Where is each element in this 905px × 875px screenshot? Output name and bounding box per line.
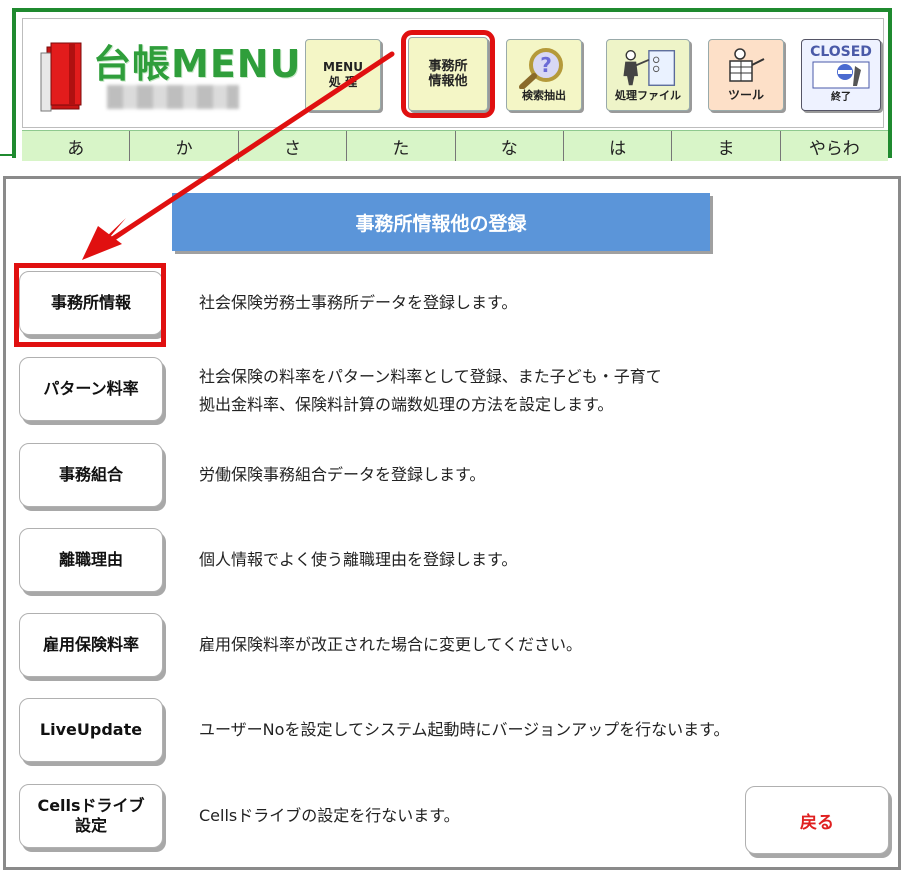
labor-union-label: 事務組合 xyxy=(58,465,123,484)
employment-insurance-rate-desc-line: 雇用保険料率が改正された場合に変更してください。 xyxy=(199,635,583,654)
cells-drive-settings-button[interactable]: Cellsドライブ 設定 xyxy=(19,784,163,848)
office-info-item-button[interactable]: 事務所情報 xyxy=(19,271,163,335)
separation-reason-desc-line: 個人情報でよく使う離職理由を登録します。 xyxy=(199,550,518,569)
header-toolbar: 台帳MENU MENU 処 理 事務所 情報他 ? 検索抽出 処理ファイル ツー… xyxy=(22,18,884,128)
pattern-rate-label: パターン料率 xyxy=(43,379,139,398)
kana-tab-yarawa[interactable]: やらわ xyxy=(781,131,888,161)
separation-reason-description: 個人情報でよく使う離職理由を登録します。 xyxy=(199,546,517,574)
pattern-rate-button[interactable]: パターン料率 xyxy=(19,357,163,421)
office-info-description: 社会保険労務士事務所データを登録します。 xyxy=(199,289,517,317)
closed-exit-icon xyxy=(812,61,870,89)
search-extract-label: 検索抽出 xyxy=(522,88,566,102)
svg-text:?: ? xyxy=(540,53,552,77)
liveupdate-button[interactable]: LiveUpdate xyxy=(19,698,163,762)
app-logo-title: 台帳MENU xyxy=(93,42,302,86)
divider xyxy=(0,154,12,156)
exit-label: 終了 xyxy=(831,92,851,103)
office-info-item-label: 事務所情報 xyxy=(50,293,131,312)
kana-tab-ka[interactable]: か xyxy=(130,131,239,161)
pattern-rate-description: 社会保険の料率をパターン料率として登録、また子ども・子育て 拠出金料率、保険料計… xyxy=(199,363,662,419)
labor-union-description: 労働保険事務組合データを登録します。 xyxy=(199,461,485,489)
labor-union-desc-line: 労働保険事務組合データを登録します。 xyxy=(199,465,486,484)
liveupdate-description: ユーザーNoを設定してシステム起動時にバージョンアップを行ないます。 xyxy=(199,716,730,744)
liveupdate-label: LiveUpdate xyxy=(39,720,143,739)
separation-reason-label: 離職理由 xyxy=(58,550,123,569)
process-files-button[interactable]: 処理ファイル xyxy=(606,39,690,111)
red-binder-icon xyxy=(40,42,82,112)
worker-tool-icon xyxy=(729,47,765,82)
closed-label: CLOSED xyxy=(810,44,872,60)
labor-union-button[interactable]: 事務組合 xyxy=(19,443,163,507)
back-button-label: 戻る xyxy=(800,812,834,833)
employment-insurance-rate-label: 雇用保険料率 xyxy=(42,635,139,654)
kana-index-row: あ か さ た な は ま やらわ xyxy=(22,130,888,161)
tools-label: ツール xyxy=(727,87,764,102)
office-info-label: 事務所 情報他 xyxy=(428,59,468,89)
kana-tab-ta[interactable]: た xyxy=(347,131,456,161)
pattern-rate-desc-line-2: 拠出金料率、保険料計算の端数処理の方法を設定します。 xyxy=(199,395,614,414)
tools-button[interactable]: ツール xyxy=(708,39,784,111)
cells-drive-settings-label: Cellsドライブ 設定 xyxy=(37,796,145,835)
search-extract-button[interactable]: ? 検索抽出 xyxy=(506,39,582,111)
kana-tab-sa[interactable]: さ xyxy=(239,131,348,161)
employment-insurance-rate-description: 雇用保険料率が改正された場合に変更してください。 xyxy=(199,631,582,659)
app-header: 台帳MENU MENU 処 理 事務所 情報他 ? 検索抽出 処理ファイル ツー… xyxy=(12,8,892,161)
process-files-label: 処理ファイル xyxy=(615,88,681,102)
office-info-button[interactable]: 事務所 情報他 xyxy=(401,30,495,118)
blurred-user-name xyxy=(107,85,239,109)
menu-process-button[interactable]: MENU 処 理 xyxy=(305,39,381,111)
cells-drive-description: Cellsドライブの設定を行ないます。 xyxy=(199,802,460,830)
menu-process-label: MENU 処 理 xyxy=(323,60,363,89)
kana-tab-na[interactable]: な xyxy=(456,131,564,161)
employment-insurance-rate-button[interactable]: 雇用保険料率 xyxy=(19,613,163,677)
kana-tab-ma[interactable]: ま xyxy=(672,131,781,161)
kana-tab-a[interactable]: あ xyxy=(22,131,131,161)
panel-title: 事務所情報他の登録 xyxy=(172,193,710,251)
close-exit-button[interactable]: CLOSED 終了 xyxy=(801,39,881,111)
office-info-desc-line: 社会保険労務士事務所データを登録します。 xyxy=(199,293,518,312)
liveupdate-desc-line: ユーザーNoを設定してシステム起動時にバージョンアップを行ないます。 xyxy=(199,720,730,739)
separation-reason-button[interactable]: 離職理由 xyxy=(19,528,163,592)
file-worker-icon xyxy=(623,49,676,86)
kana-tab-ha[interactable]: は xyxy=(564,131,673,161)
office-info-panel: 事務所情報他の登録 事務所情報 社会保険労務士事務所データを登録します。 パター… xyxy=(3,176,901,870)
pattern-rate-desc-line-1: 社会保険の料率をパターン料率として登録、また子ども・子育て xyxy=(199,367,662,386)
back-button[interactable]: 戻る xyxy=(745,786,889,854)
cells-drive-desc-line: Cellsドライブの設定を行ないます。 xyxy=(199,806,460,825)
magnifier-question-icon: ? xyxy=(519,47,563,89)
